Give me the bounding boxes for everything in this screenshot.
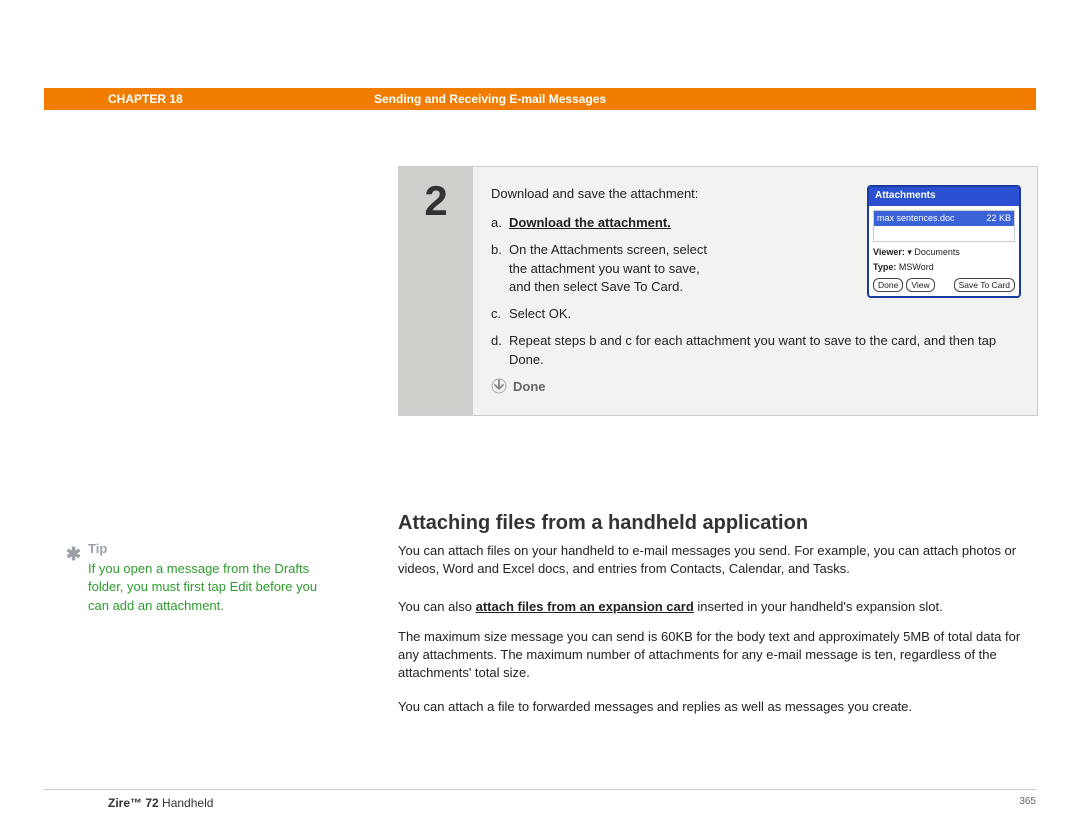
palm-file-size: 22 KB xyxy=(986,212,1011,225)
chapter-label: CHAPTER 18 xyxy=(108,92,183,106)
palm-view-button[interactable]: View xyxy=(906,278,934,292)
palm-file-name: max sentences.doc xyxy=(877,212,955,225)
palm-save-to-card-button[interactable]: Save To Card xyxy=(954,278,1015,292)
body-paragraph: You can attach files on your handheld to… xyxy=(398,542,1038,578)
palm-title: Attachments xyxy=(869,187,1019,206)
step-text: On the Attachments screen, select the at… xyxy=(509,241,719,298)
step-letter: b. xyxy=(491,241,509,298)
step-letter: d. xyxy=(491,332,509,370)
body-text-pre: You can also xyxy=(398,599,476,614)
step-content: Download and save the attachment: a. Dow… xyxy=(473,167,1037,415)
palm-type-row: Type: MSWord xyxy=(869,261,1019,276)
step-a-link[interactable]: Download the attachment. xyxy=(509,214,719,233)
footer-product-bold: Zire™ 72 xyxy=(108,796,159,810)
done-indicator: Done xyxy=(491,378,1021,397)
tip-text: If you open a message from the Drafts fo… xyxy=(88,560,328,615)
palm-file-row[interactable]: max sentences.doc 22 KB xyxy=(874,211,1014,226)
done-arrow-icon xyxy=(491,378,507,396)
body-text-post: inserted in your handheld's expansion sl… xyxy=(694,599,943,614)
section-heading: Attaching files from a handheld applicat… xyxy=(398,512,808,535)
body-paragraph: You can attach a file to forwarded messa… xyxy=(398,698,1038,716)
step-text: Select OK. xyxy=(509,305,1021,324)
palm-viewer-value: Documents xyxy=(914,247,960,257)
step-text: Repeat steps b and c for each attachment… xyxy=(509,332,1021,370)
done-label: Done xyxy=(513,378,546,397)
palm-viewer-label: Viewer: xyxy=(873,247,905,257)
step-letter: c. xyxy=(491,305,509,324)
tip-box: ✱ Tip If you open a message from the Dra… xyxy=(88,540,328,615)
expansion-card-link[interactable]: attach files from an expansion card xyxy=(476,599,694,614)
step-panel: 2 Download and save the attachment: a. D… xyxy=(398,166,1038,416)
palm-file-list[interactable]: max sentences.doc 22 KB xyxy=(873,210,1015,242)
palm-type-label: Type: xyxy=(873,262,896,272)
footer-product: Zire™ 72 Handheld xyxy=(44,796,213,810)
palm-attachments-screen: Attachments max sentences.doc 22 KB View… xyxy=(867,185,1021,298)
step-number: 2 xyxy=(399,167,473,415)
tip-label: Tip xyxy=(88,540,328,558)
page-header: CHAPTER 18 Sending and Receiving E-mail … xyxy=(44,88,1036,110)
footer-product-rest: Handheld xyxy=(159,796,214,810)
body-paragraph: The maximum size message you can send is… xyxy=(398,628,1038,683)
palm-viewer-row: Viewer: ▾ Documents xyxy=(869,246,1019,261)
footer-page-number: 365 xyxy=(1019,796,1036,810)
page-footer: Zire™ 72 Handheld 365 xyxy=(44,789,1036,810)
section-label: Sending and Receiving E-mail Messages xyxy=(374,92,606,106)
palm-type-value: MSWord xyxy=(899,262,934,272)
body-paragraph: You can also attach files from an expans… xyxy=(398,598,1038,616)
palm-done-button[interactable]: Done xyxy=(873,278,903,292)
step-letter: a. xyxy=(491,214,509,233)
asterisk-icon: ✱ xyxy=(66,542,81,567)
